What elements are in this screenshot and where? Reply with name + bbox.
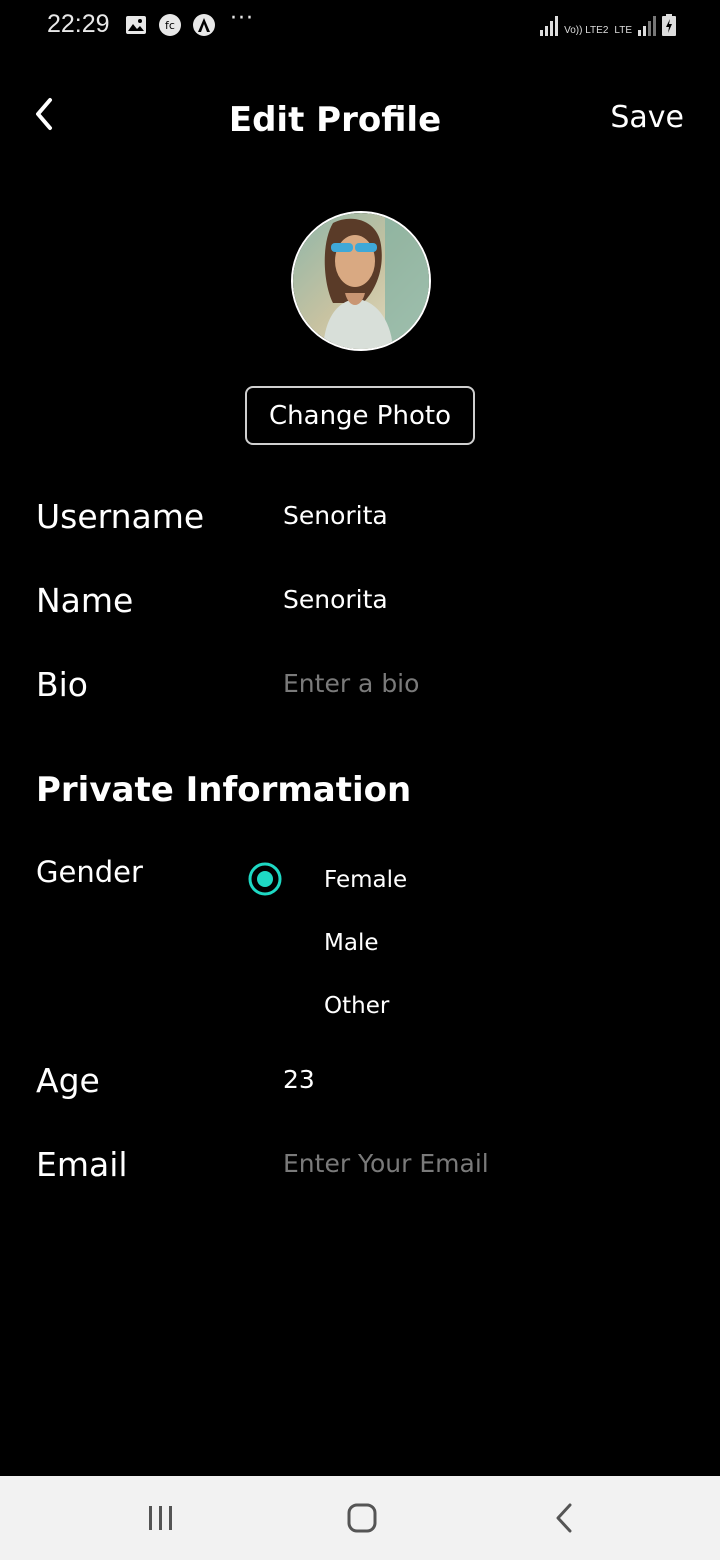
profile-photo-image xyxy=(293,213,429,349)
name-field[interactable]: Senorita xyxy=(283,585,388,614)
home-icon[interactable] xyxy=(342,1498,382,1538)
app-fc-icon: fc xyxy=(159,14,181,36)
radio-selected-icon[interactable] xyxy=(248,862,282,896)
app-bar: Edit Profile Save xyxy=(0,80,720,160)
change-photo-button[interactable]: Change Photo xyxy=(245,386,475,445)
status-bar: 22:29 fc ··· Vo)) LTE2 LTE xyxy=(0,0,720,56)
system-navigation-bar xyxy=(0,1476,720,1560)
username-field[interactable]: Senorita xyxy=(283,501,388,530)
gender-label: Gender xyxy=(36,855,143,889)
svg-text:fc: fc xyxy=(165,19,175,32)
private-information-heading: Private Information xyxy=(36,770,412,810)
battery-icon xyxy=(662,14,676,36)
recents-icon[interactable] xyxy=(141,1498,181,1538)
gender-option-male[interactable]: Male xyxy=(324,930,378,956)
profile-photo[interactable] xyxy=(291,211,431,351)
app-a-icon xyxy=(193,14,215,36)
gender-option-other[interactable]: Other xyxy=(324,993,389,1019)
save-button[interactable]: Save xyxy=(610,100,684,135)
more-notifications-icon: ··· xyxy=(230,6,254,31)
signal-icon-2 xyxy=(638,16,656,36)
notification-icons: fc xyxy=(124,13,216,37)
network-label-2: LTE xyxy=(614,25,632,36)
signal-icon xyxy=(540,16,559,36)
age-label: Age xyxy=(36,1061,100,1100)
email-field[interactable]: Enter Your Email xyxy=(283,1149,489,1178)
network-label: Vo)) LTE2 xyxy=(564,25,609,36)
status-time: 22:29 xyxy=(47,10,110,38)
system-icons: Vo)) LTE2 LTE xyxy=(540,14,676,36)
bio-label: Bio xyxy=(36,665,88,704)
age-field[interactable]: 23 xyxy=(283,1065,315,1094)
gallery-icon xyxy=(126,16,146,34)
page-title: Edit Profile xyxy=(228,100,442,140)
bio-field[interactable]: Enter a bio xyxy=(283,669,419,698)
email-label: Email xyxy=(36,1145,128,1184)
name-label: Name xyxy=(36,581,134,620)
gender-option-female[interactable]: Female xyxy=(324,867,407,893)
username-label: Username xyxy=(36,497,205,536)
back-icon[interactable] xyxy=(545,1498,585,1538)
